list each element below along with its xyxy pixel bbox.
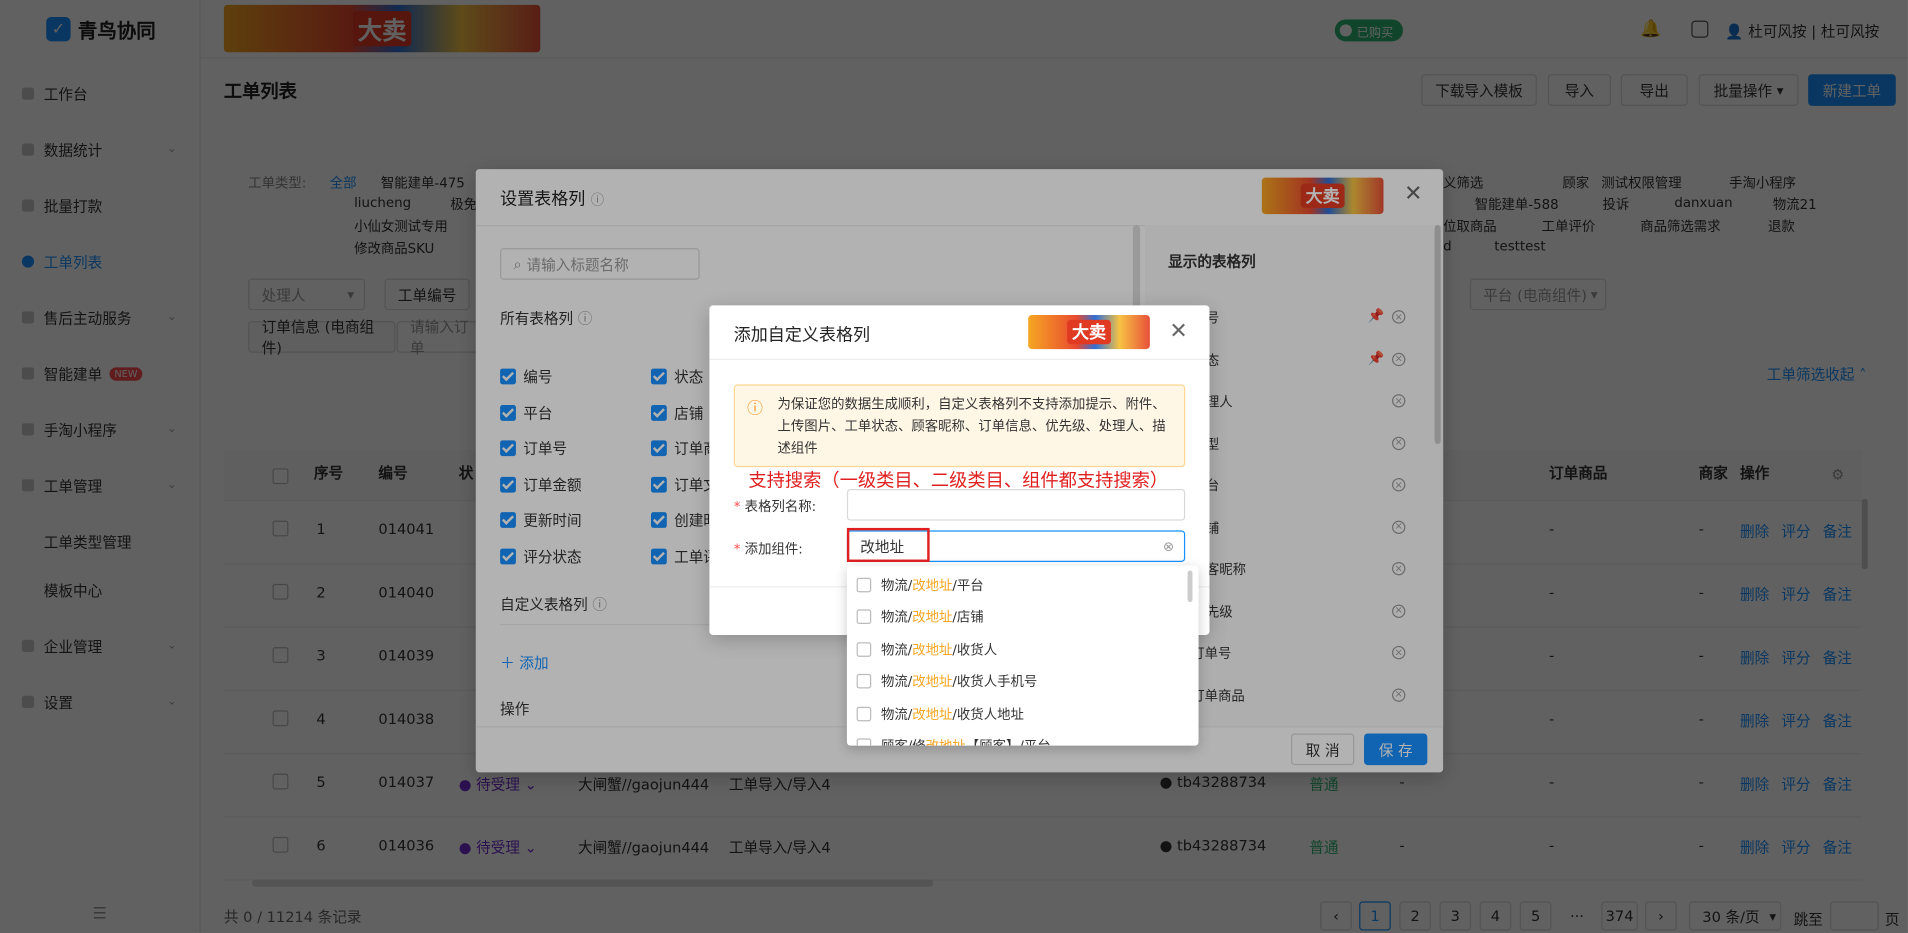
dialog-title: 添加自定义表格列	[733, 325, 871, 346]
notice-box: ⓘ 为保证您的数据生成顺利，自定义表格列不支持添加提示、附件、上传图片、工单状态…	[733, 384, 1186, 468]
option-checkbox[interactable]	[856, 577, 872, 593]
option-highlight: 改地址	[912, 577, 953, 594]
option-prefix: 顾客/修	[881, 738, 926, 745]
option-suffix: 【顾客】/平台	[966, 738, 1051, 745]
promo-banner[interactable]: 大卖	[1028, 315, 1150, 350]
component-option-label: 物流/改地址/收货人	[881, 640, 997, 659]
option-prefix: 物流/	[880, 674, 913, 690]
required-mark: *	[733, 498, 741, 515]
option-suffix: /平台	[952, 577, 984, 594]
dropdown-scrollbar[interactable]	[1187, 570, 1193, 603]
option-highlight: 改地址	[926, 738, 966, 745]
option-checkbox[interactable]	[856, 674, 872, 689]
option-suffix: /收货人地址	[952, 706, 1024, 723]
annotation-highlight-box	[846, 527, 930, 562]
option-checkbox[interactable]	[856, 609, 872, 625]
option-suffix: /收货人手机号	[952, 674, 1038, 690]
option-highlight: 改地址	[912, 642, 953, 658]
option-prefix: 物流/	[880, 642, 913, 658]
option-suffix: /店铺	[952, 609, 984, 626]
component-option[interactable]: 顾客/修改地址【顾客】/平台	[856, 730, 1051, 746]
option-checkbox[interactable]	[856, 738, 872, 746]
column-name-input[interactable]	[846, 488, 1186, 521]
clear-icon[interactable]: ⊗	[1163, 538, 1174, 554]
component-option-label: 物流/改地址/收货人手机号	[881, 672, 1037, 691]
column-name-label: * 表格列名称:	[734, 496, 816, 515]
component-option-label: 物流/改地址/收货人地址	[881, 704, 1024, 723]
option-prefix: 物流/	[880, 706, 913, 723]
required-mark: *	[733, 541, 741, 558]
warning-icon: ⓘ	[747, 400, 763, 419]
component-option-label: 物流/改地址/平台	[881, 575, 984, 594]
notice-text: 为保证您的数据生成顺利，自定义表格列不支持添加提示、附件、上传图片、工单状态、顾…	[777, 396, 1166, 457]
option-checkbox[interactable]	[856, 706, 872, 721]
component-option[interactable]: 物流/改地址/收货人手机号	[856, 666, 1037, 698]
option-checkbox[interactable]	[856, 642, 872, 657]
close-icon[interactable]: ✕	[1169, 321, 1187, 343]
component-option-label: 顾客/修改地址【顾客】/平台	[881, 736, 1051, 745]
component-label: * 添加组件:	[734, 539, 803, 558]
option-prefix: 物流/	[880, 577, 913, 594]
component-option[interactable]: 物流/改地址/店铺	[856, 601, 984, 633]
option-highlight: 改地址	[912, 609, 953, 626]
banner-text: 大卖	[1067, 319, 1111, 345]
option-highlight: 改地址	[912, 706, 953, 723]
column-name-label-text: 表格列名称:	[744, 498, 817, 515]
component-option-label: 物流/改地址/店铺	[881, 607, 984, 626]
divider	[709, 358, 1210, 361]
component-option[interactable]: 物流/改地址/收货人	[856, 633, 997, 665]
component-option[interactable]: 物流/改地址/平台	[856, 569, 984, 601]
component-dropdown: 物流/改地址/平台 物流/改地址/店铺 物流/改地址/收货人 物流/改地址/收货人手机…	[846, 565, 1199, 746]
component-option[interactable]: 物流/改地址/收货人地址	[856, 698, 1024, 730]
component-label-text: 添加组件:	[744, 541, 803, 558]
option-highlight: 改地址	[912, 674, 953, 690]
option-suffix: /收货人	[952, 642, 998, 658]
option-prefix: 物流/	[880, 609, 913, 626]
